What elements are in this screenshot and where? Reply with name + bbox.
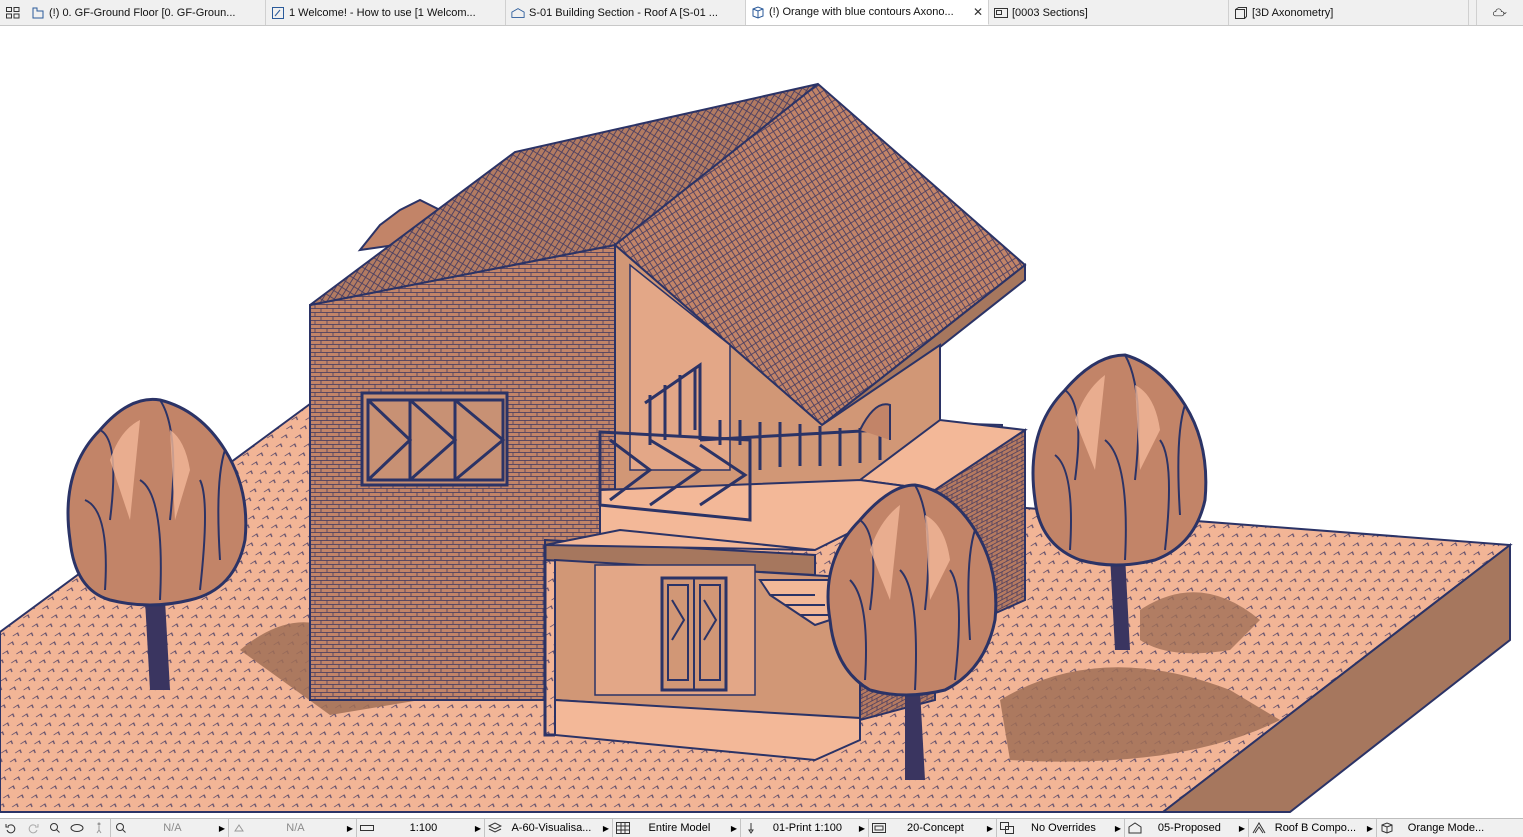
structure-display-field[interactable]: Roof B Compo... ▶ xyxy=(1248,819,1376,837)
navigation-field-1[interactable]: N/A ▶ xyxy=(110,819,228,837)
mvo-value: 20-Concept xyxy=(906,822,964,834)
graphic-override-field[interactable]: No Overrides ▶ xyxy=(996,819,1124,837)
tab-label: [3D Axonometry] xyxy=(1252,6,1334,19)
orbit-icon xyxy=(70,821,84,835)
chevron-right-icon: ▶ xyxy=(730,823,737,833)
chevron-right-icon: ▶ xyxy=(1238,823,1245,833)
scale-icon xyxy=(360,821,374,835)
pen-set-field[interactable]: 01-Print 1:100 ▶ xyxy=(740,819,868,837)
tab-label: (!) Orange with blue contours Axono... xyxy=(769,6,954,18)
zoom-icon xyxy=(48,821,62,835)
graphic-override-icon xyxy=(1000,821,1014,835)
renovation-value: 05-Proposed xyxy=(1157,822,1221,834)
walk-button[interactable] xyxy=(88,819,110,837)
style-field[interactable]: Orange Mode... xyxy=(1376,819,1501,837)
rotate-view-icon xyxy=(232,821,246,835)
status-bar: N/A ▶ N/A ▶ 1:100 ▶ A-60-Visualisa... ▶ … xyxy=(0,818,1523,837)
model-view-options-field[interactable]: 20-Concept ▶ xyxy=(868,819,996,837)
pen-icon xyxy=(744,821,758,835)
floor-plan-icon xyxy=(31,6,45,20)
entrance-door xyxy=(660,576,728,692)
tab-axonometry-active[interactable]: (!) Orange with blue contours Axono... ✕ xyxy=(746,0,989,25)
chevron-right-icon: ▶ xyxy=(218,823,225,833)
section-icon xyxy=(511,6,525,20)
chevron-right-icon: ▶ xyxy=(474,823,481,833)
tab-welcome[interactable]: 1 Welcome! - How to use [1 Welcom... xyxy=(266,0,506,25)
redo-button[interactable] xyxy=(22,819,44,837)
tab-label: [0003 Sections] xyxy=(1012,6,1088,19)
chevron-right-icon: ▶ xyxy=(346,823,353,833)
model-view-icon xyxy=(616,821,630,835)
renovation-filter-field[interactable]: 05-Proposed ▶ xyxy=(1124,819,1248,837)
view-tab-bar: (!) 0. GF-Ground Floor [0. GF-Groun... 1… xyxy=(0,0,1523,26)
model-view-value: Entire Model xyxy=(648,822,711,834)
tab-label: S-01 Building Section - Roof A [S-01 ... xyxy=(529,6,718,19)
scale-field[interactable]: 1:100 ▶ xyxy=(356,819,484,837)
chevron-right-icon: ▶ xyxy=(1366,823,1373,833)
cloud-menu-icon xyxy=(1493,6,1507,20)
style-value: Orange Mode... xyxy=(1407,822,1485,834)
chevron-right-icon: ▶ xyxy=(986,823,993,833)
navigation-field-2[interactable]: N/A ▶ xyxy=(228,819,356,837)
renovation-icon xyxy=(1128,821,1142,835)
zoom-button[interactable] xyxy=(44,819,66,837)
front-window xyxy=(360,391,509,487)
tab-3d-axonometry[interactable]: [3D Axonometry] xyxy=(1229,0,1469,25)
chevron-right-icon: ▶ xyxy=(1114,823,1121,833)
layers-icon xyxy=(488,821,502,835)
graphic-override-value: No Overrides xyxy=(1031,822,1096,834)
tab-sections-layout[interactable]: [0003 Sections] xyxy=(989,0,1229,25)
nav-value-1: N/A xyxy=(163,822,182,834)
redo-icon xyxy=(26,821,40,835)
3d-model-viewport[interactable] xyxy=(0,26,1523,818)
grid-icon xyxy=(6,6,20,20)
axonometric-model-drawing xyxy=(0,82,1513,813)
tab-overview-button[interactable] xyxy=(0,0,26,25)
close-icon[interactable]: ✕ xyxy=(973,5,983,19)
pen-set-value: 01-Print 1:100 xyxy=(772,822,842,834)
scale-value: 1:100 xyxy=(409,822,438,834)
tab-building-section[interactable]: S-01 Building Section - Roof A [S-01 ... xyxy=(506,0,746,25)
model-view-field[interactable]: Entire Model ▶ xyxy=(612,819,740,837)
undo-icon xyxy=(4,821,18,835)
3d-window-icon xyxy=(1234,6,1248,20)
mvo-icon xyxy=(872,821,886,835)
chevron-right-icon: ▶ xyxy=(602,823,609,833)
worksheet-icon xyxy=(271,6,285,20)
tab-menu-button[interactable] xyxy=(1476,0,1523,25)
nav-value-2: N/A xyxy=(286,822,305,834)
layer-combination-value: A-60-Visualisa... xyxy=(511,822,592,834)
tab-ground-floor[interactable]: (!) 0. GF-Ground Floor [0. GF-Groun... xyxy=(26,0,266,25)
walk-icon xyxy=(92,821,106,835)
fit-zoom-icon xyxy=(114,821,128,835)
structure-value: Roof B Compo... xyxy=(1274,822,1357,834)
undo-button[interactable] xyxy=(0,819,22,837)
3d-style-icon xyxy=(1380,821,1394,835)
layout-icon xyxy=(994,6,1008,20)
tab-label: (!) 0. GF-Ground Floor [0. GF-Groun... xyxy=(49,6,236,19)
tab-label: 1 Welcome! - How to use [1 Welcom... xyxy=(289,6,476,19)
orbit-button[interactable] xyxy=(66,819,88,837)
structure-icon xyxy=(1252,821,1266,835)
layer-combination-field[interactable]: A-60-Visualisa... ▶ xyxy=(484,819,612,837)
3d-view-icon xyxy=(751,5,765,19)
chevron-right-icon: ▶ xyxy=(858,823,865,833)
